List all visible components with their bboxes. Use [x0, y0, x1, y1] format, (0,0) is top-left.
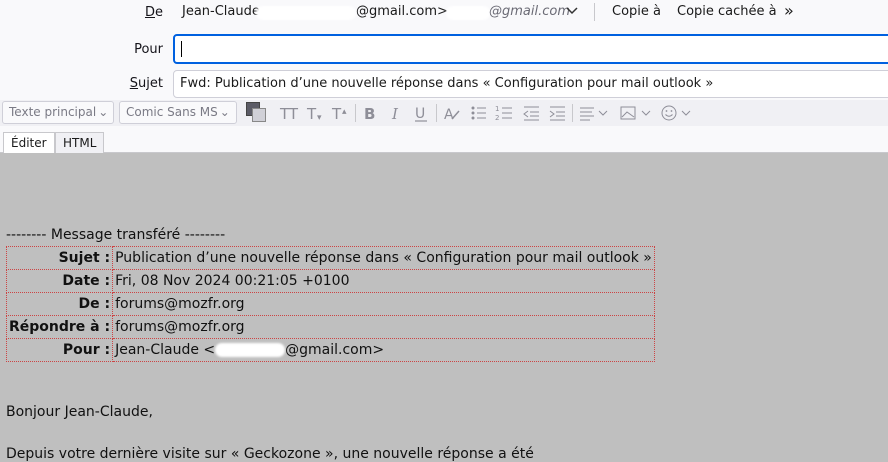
forward-header: -------- Message transféré --------	[6, 227, 226, 243]
header-key: Répondre à :	[5, 315, 114, 339]
to-label: Pour	[134, 42, 163, 57]
table-row: De : forums@mozfr.org	[5, 292, 655, 316]
clear-format-icon[interactable]: A	[442, 103, 462, 123]
svg-text:TT: TT	[279, 105, 299, 123]
from-row: De Jean-Claude @gmail.com> @gmail.com Co…	[0, 0, 888, 26]
subject-label: Sujet	[129, 76, 163, 91]
tab-editer[interactable]: Éditer	[3, 132, 55, 155]
svg-text:A: A	[444, 107, 454, 123]
bcc-button[interactable]: Copie cachée à	[677, 4, 777, 19]
header-key: Date :	[5, 269, 114, 293]
bullet-list-icon[interactable]	[469, 104, 489, 122]
header-key: Pour :	[5, 338, 114, 362]
header-value: Fri, 08 Nov 2024 00:21:05 +0100	[112, 269, 655, 293]
font-select[interactable]: Comic Sans MS ⌄	[119, 101, 237, 124]
paragraph-format-select[interactable]: Texte principal ⌄	[2, 101, 114, 124]
from-email[interactable]: @gmail.com>	[356, 4, 448, 19]
from-label: De	[144, 5, 163, 20]
text-color-icon[interactable]	[244, 102, 272, 124]
tab-html[interactable]: HTML	[55, 132, 105, 154]
from-alias[interactable]: @gmail.com	[447, 4, 570, 19]
redacted-area	[256, 6, 356, 20]
separator	[594, 3, 595, 21]
font-smaller-icon[interactable]: T ▾	[305, 103, 327, 123]
text-caret	[181, 41, 182, 57]
from-name[interactable]: Jean-Claude	[182, 4, 260, 19]
subject-input[interactable]: Fwd: Publication d’une nouvelle réponse …	[173, 70, 888, 98]
bold-icon[interactable]: B	[362, 103, 380, 123]
italic-icon[interactable]: I	[388, 103, 406, 123]
greeting-text: Bonjour Jean-Claude,	[6, 404, 153, 420]
svg-text:U: U	[415, 106, 425, 122]
table-row: Date : Fri, 08 Nov 2024 00:21:05 +0100	[5, 269, 655, 293]
cc-button[interactable]: Copie à	[612, 4, 661, 19]
svg-text:▾: ▾	[317, 113, 322, 123]
compose-header: De Jean-Claude @gmail.com> @gmail.com Co…	[0, 0, 888, 100]
header-value: forums@mozfr.org	[112, 315, 655, 339]
numbered-list-icon[interactable]: 12	[495, 104, 515, 122]
svg-text:T: T	[306, 105, 317, 123]
forward-headers-table: Sujet : Publication d’une nouvelle répon…	[5, 246, 655, 362]
redacted-area	[215, 343, 286, 357]
insert-icon[interactable]	[619, 104, 653, 122]
header-value: forums@mozfr.org	[112, 292, 655, 316]
font-larger-icon[interactable]: T ▴	[330, 103, 352, 123]
to-input[interactable]	[173, 34, 888, 64]
table-row: Pour : Jean-Claude < @gmail.com>	[5, 338, 655, 362]
table-row: Sujet : Publication d’une nouvelle répon…	[5, 246, 655, 270]
body-text: Depuis votre dernière visite sur « Gecko…	[6, 446, 534, 462]
align-icon[interactable]	[578, 104, 610, 122]
separator	[572, 104, 573, 122]
message-body-editor[interactable]: -------- Message transféré -------- Suje…	[0, 153, 888, 462]
header-key: Sujet :	[5, 246, 114, 270]
more-recipients-button[interactable]: »	[784, 1, 794, 20]
svg-text:▴: ▴	[342, 107, 347, 117]
font-smaller-icon[interactable]: TT	[278, 103, 300, 123]
outdent-icon[interactable]	[522, 104, 542, 122]
svg-text:I: I	[391, 105, 399, 123]
indent-icon[interactable]	[548, 104, 568, 122]
emoji-icon[interactable]	[660, 103, 694, 123]
table-row: Répondre à : forums@mozfr.org	[5, 315, 655, 339]
svg-text:2: 2	[495, 114, 499, 122]
chevron-down-icon[interactable]	[564, 2, 580, 20]
separator	[355, 104, 356, 122]
header-value: Publication d’une nouvelle réponse dans …	[112, 246, 655, 270]
separator	[436, 104, 437, 122]
editor-tabs: Éditer HTML	[0, 128, 888, 155]
header-key: De :	[5, 292, 114, 316]
underline-icon[interactable]: U	[413, 103, 431, 123]
svg-text:1: 1	[495, 105, 499, 113]
header-value: Jean-Claude < @gmail.com>	[112, 338, 655, 362]
svg-text:T: T	[331, 105, 342, 123]
svg-text:B: B	[364, 105, 375, 123]
